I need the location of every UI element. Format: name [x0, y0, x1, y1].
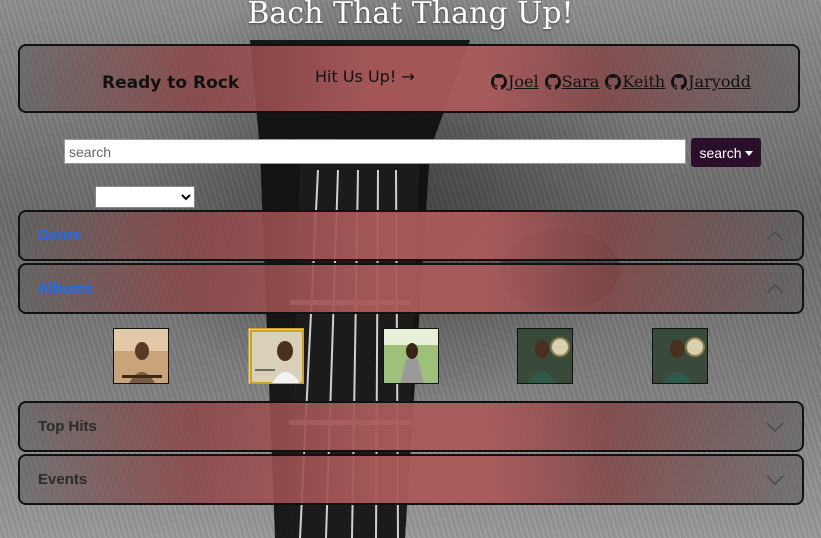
search-button[interactable]: search: [691, 138, 761, 167]
search-button-label: search: [699, 144, 742, 161]
github-icon: [671, 73, 688, 90]
github-link-keith[interactable]: Keith: [605, 72, 665, 91]
accordion-albums[interactable]: Albums: [18, 263, 804, 314]
github-icon: [491, 73, 507, 90]
album-cover-2[interactable]: [248, 328, 304, 384]
github-link-sara[interactable]: Sara: [544, 72, 600, 91]
album-art: [518, 329, 572, 383]
navbar-brand[interactable]: Ready to Rock: [102, 73, 239, 93]
accordion-genre-title: Genre: [38, 227, 82, 244]
album-art: [249, 329, 303, 383]
contributor-links: Joel Sara Keith Jaryodd: [491, 72, 751, 91]
github-link-jaryodd[interactable]: Jaryodd: [671, 72, 751, 91]
chevron-down-icon: [766, 474, 784, 485]
site-title: Bach That Thang Up!: [247, 0, 574, 31]
album-art: [653, 329, 707, 383]
album-cover-5[interactable]: [652, 328, 708, 384]
github-link-joel[interactable]: Joel: [491, 72, 539, 91]
album-cover-4[interactable]: [517, 328, 573, 384]
contributor-name: Jaryodd: [688, 72, 751, 91]
contributor-name: Sara: [561, 72, 600, 91]
album-cover-3[interactable]: [383, 328, 439, 384]
filter-select[interactable]: [95, 186, 195, 208]
accordion-top-hits-title: Top Hits: [38, 418, 97, 435]
albums-row: [0, 328, 821, 386]
contributor-name: Joel: [508, 72, 539, 91]
album-cover-1[interactable]: [113, 328, 169, 384]
accordion-top-hits[interactable]: Top Hits: [18, 401, 804, 452]
accordion-genre[interactable]: Genre: [18, 210, 804, 261]
accordion-albums-title: Albums: [38, 280, 94, 297]
search-input[interactable]: [64, 139, 686, 164]
caret-down-icon: [744, 150, 753, 156]
album-art: [114, 329, 168, 383]
contributor-name: Keith: [622, 72, 666, 91]
album-art: [384, 329, 438, 383]
github-icon: [544, 73, 561, 90]
accordion-events[interactable]: Events: [18, 454, 804, 505]
navbar: Ready to Rock Hit Us Up! → Joel Sara Kei…: [18, 44, 800, 113]
github-icon: [605, 73, 622, 90]
chevron-up-icon: [766, 283, 784, 294]
contact-link[interactable]: Hit Us Up! →: [315, 67, 415, 86]
chevron-up-icon: [766, 230, 784, 241]
accordion-events-title: Events: [38, 471, 88, 488]
chevron-down-icon: [766, 421, 784, 432]
